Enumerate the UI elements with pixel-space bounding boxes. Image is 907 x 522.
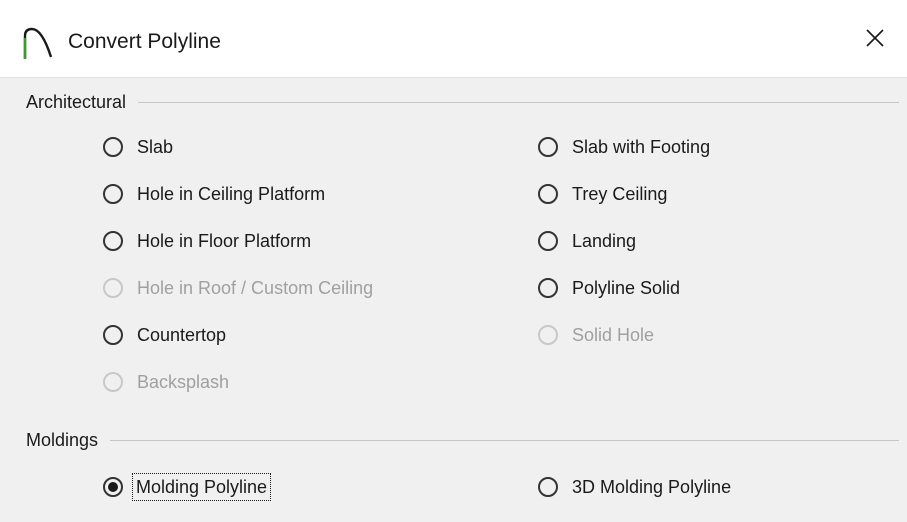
radio-button[interactable] (538, 184, 558, 204)
radio-molding-polyline[interactable]: Molding Polyline (103, 472, 272, 502)
radio-button[interactable] (538, 137, 558, 157)
radio-label: Hole in Roof / Custom Ceiling (137, 278, 374, 298)
title-bar: Convert Polyline (0, 0, 907, 78)
radio-solid-hole: Solid Hole (538, 320, 654, 350)
radio-label: Trey Ceiling (572, 184, 668, 204)
radio-button[interactable] (538, 231, 558, 251)
radio-button[interactable] (538, 477, 558, 497)
radio-hole-in-roof-custom-ceiling: Hole in Roof / Custom Ceiling (103, 273, 373, 303)
radio-label: Hole in Ceiling Platform (137, 184, 326, 204)
radio-button (538, 325, 558, 345)
radio-countertop[interactable]: Countertop (103, 320, 226, 350)
arc-polyline-icon (22, 26, 54, 60)
radio-polyline-solid[interactable]: Polyline Solid (538, 273, 680, 303)
dialog-title: Convert Polyline (68, 30, 221, 53)
radio-label: Slab with Footing (572, 137, 711, 157)
radio-hole-in-ceiling-platform[interactable]: Hole in Ceiling Platform (103, 179, 325, 209)
radio-button[interactable] (103, 325, 123, 345)
radio-button[interactable] (103, 137, 123, 157)
moldings-group-header: Moldings (26, 427, 899, 453)
radio-backsplash: Backsplash (103, 367, 229, 397)
radio-label: Countertop (137, 325, 227, 345)
close-button[interactable] (853, 18, 897, 62)
radio-button-selected[interactable] (103, 477, 123, 497)
radio-label: Slab (137, 137, 174, 157)
radio-label: Hole in Floor Platform (137, 231, 312, 251)
radio-button (103, 278, 123, 298)
architectural-group-header: Architectural (26, 89, 899, 115)
close-icon (865, 28, 885, 53)
architectural-group-label: Architectural (26, 89, 139, 115)
radio-button (103, 372, 123, 392)
group-divider (26, 440, 899, 441)
radio-button[interactable] (103, 231, 123, 251)
radio-landing[interactable]: Landing (538, 226, 636, 256)
radio-3d-molding-polyline[interactable]: 3D Molding Polyline (538, 472, 731, 502)
radio-label: Backsplash (137, 372, 230, 392)
radio-label: Landing (572, 231, 637, 251)
moldings-group-label: Moldings (26, 427, 111, 453)
radio-hole-in-floor-platform[interactable]: Hole in Floor Platform (103, 226, 311, 256)
radio-button[interactable] (103, 184, 123, 204)
radio-button[interactable] (538, 278, 558, 298)
radio-label: 3D Molding Polyline (572, 477, 732, 497)
radio-slab-with-footing[interactable]: Slab with Footing (538, 132, 710, 162)
radio-label: Molding Polyline (131, 473, 272, 501)
radio-slab[interactable]: Slab (103, 132, 173, 162)
group-divider (26, 102, 899, 103)
radio-label: Solid Hole (572, 325, 655, 345)
convert-polyline-dialog: Convert Polyline Architectural Slab Hole… (0, 0, 907, 522)
radio-trey-ceiling[interactable]: Trey Ceiling (538, 179, 667, 209)
radio-label: Polyline Solid (572, 278, 681, 298)
